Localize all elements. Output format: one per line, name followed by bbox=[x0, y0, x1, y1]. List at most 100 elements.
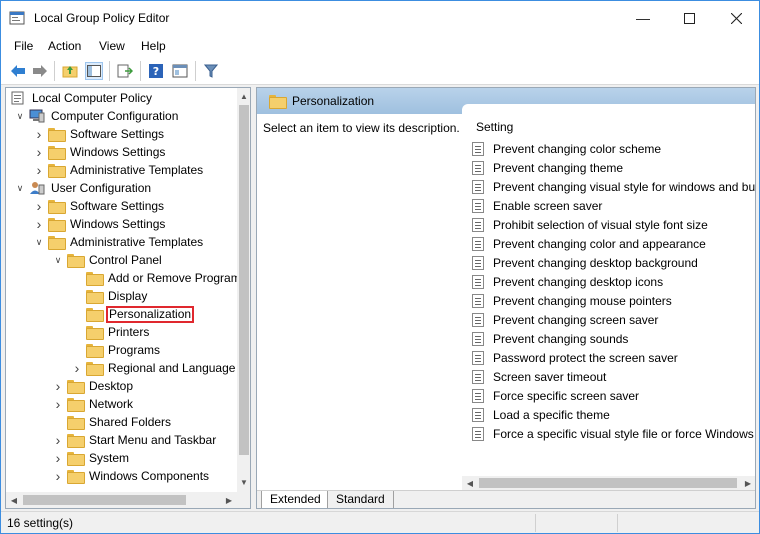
expand-chevron-right-icon[interactable]: › bbox=[34, 126, 44, 142]
tree-item[interactable]: Local Computer Policy bbox=[6, 89, 237, 107]
setting-row[interactable]: Prevent changing mouse pointers bbox=[472, 291, 672, 310]
policy-setting-icon bbox=[472, 350, 484, 365]
setting-label: Prevent changing mouse pointers bbox=[493, 293, 672, 308]
menu-action[interactable]: Action bbox=[48, 39, 81, 53]
tree-item[interactable]: ∨ Administrative Templates bbox=[6, 233, 237, 251]
menu-help[interactable]: Help bbox=[141, 39, 166, 53]
back-arrow-icon bbox=[11, 65, 25, 77]
setting-row[interactable]: Prevent changing visual style for window… bbox=[472, 177, 755, 196]
scroll-right-arrow[interactable]: ▶ bbox=[221, 492, 237, 508]
scroll-thumb[interactable] bbox=[239, 105, 249, 455]
setting-row[interactable]: Screen saver timeout bbox=[472, 367, 606, 386]
tree-item[interactable]: › Administrative Templates bbox=[6, 161, 237, 179]
expand-chevron-right-icon[interactable]: › bbox=[53, 432, 63, 448]
setting-row[interactable]: Enable screen saver bbox=[472, 196, 602, 215]
tree-item[interactable]: › Windows Settings bbox=[6, 143, 237, 161]
tree-item[interactable]: ∨ User Configuration bbox=[6, 179, 237, 197]
tree-item[interactable]: › Regional and Language bbox=[6, 359, 237, 377]
setting-label: Force a specific visual style file or fo… bbox=[493, 426, 755, 441]
expand-chevron-down-icon[interactable]: ∨ bbox=[53, 255, 63, 265]
expand-chevron-right-icon[interactable]: › bbox=[53, 396, 63, 412]
scroll-thumb-horizontal[interactable] bbox=[479, 478, 737, 488]
menu-file[interactable]: File bbox=[14, 39, 33, 53]
show-hide-tree-button[interactable] bbox=[85, 62, 103, 80]
setting-row[interactable]: Prevent changing color scheme bbox=[472, 139, 661, 158]
expand-chevron-right-icon[interactable]: › bbox=[34, 162, 44, 178]
tree-item[interactable]: Programs bbox=[6, 341, 237, 359]
scroll-down-arrow[interactable]: ▼ bbox=[237, 474, 250, 490]
expand-chevron-right-icon[interactable]: › bbox=[34, 144, 44, 160]
menu-bar: File Action View Help bbox=[1, 35, 759, 57]
expand-chevron-right-icon[interactable]: › bbox=[34, 216, 44, 232]
policy-setting-icon bbox=[472, 293, 484, 308]
close-button[interactable] bbox=[713, 1, 759, 35]
forward-button[interactable] bbox=[31, 62, 49, 80]
setting-row[interactable]: Prevent changing color and appearance bbox=[472, 234, 706, 253]
setting-label: Prevent changing sounds bbox=[493, 331, 629, 346]
expand-chevron-right-icon[interactable]: › bbox=[53, 378, 63, 394]
tree-item[interactable]: ∨ Control Panel bbox=[6, 251, 237, 269]
expand-chevron-down-icon[interactable]: ∨ bbox=[34, 237, 44, 247]
minimize-button[interactable]: — bbox=[620, 1, 666, 35]
computer-icon bbox=[29, 109, 45, 123]
status-text: 16 setting(s) bbox=[7, 516, 74, 530]
maximize-button[interactable] bbox=[666, 1, 712, 35]
tree-item[interactable]: › Windows Components bbox=[6, 467, 237, 485]
setting-row[interactable]: Password protect the screen saver bbox=[472, 348, 678, 367]
expand-chevron-down-icon[interactable]: ∨ bbox=[15, 111, 25, 121]
policy-setting-icon bbox=[472, 141, 484, 156]
setting-label: Prevent changing color scheme bbox=[493, 141, 662, 156]
tree-item-label: Start Menu and Taskbar bbox=[89, 433, 217, 447]
tree-item[interactable]: Add or Remove Programs bbox=[6, 269, 247, 287]
tree-item[interactable]: › Network bbox=[6, 395, 237, 413]
up-one-level-button[interactable] bbox=[61, 62, 79, 80]
setting-row[interactable]: Prevent changing sounds bbox=[472, 329, 628, 348]
setting-row[interactable]: Prohibit selection of visual style font … bbox=[472, 215, 708, 234]
expand-chevron-down-icon[interactable]: ∨ bbox=[15, 183, 25, 193]
folder-icon bbox=[48, 236, 66, 250]
tab-extended[interactable]: Extended bbox=[261, 491, 330, 508]
tree-item[interactable]: Display bbox=[6, 287, 237, 305]
back-button[interactable] bbox=[9, 62, 27, 80]
tree-item[interactable]: › Start Menu and Taskbar bbox=[6, 431, 237, 449]
setting-row[interactable]: Prevent changing desktop background bbox=[472, 253, 698, 272]
help-button[interactable]: ? bbox=[147, 62, 165, 80]
tree-item-label: Shared Folders bbox=[89, 415, 172, 429]
tree-item[interactable]: › Software Settings bbox=[6, 197, 237, 215]
tab-standard[interactable]: Standard bbox=[327, 491, 394, 508]
tree-item-label: System bbox=[89, 451, 130, 465]
setting-row[interactable]: Prevent changing theme bbox=[472, 158, 623, 177]
setting-row[interactable]: Prevent changing screen saver bbox=[472, 310, 658, 329]
setting-row[interactable]: Load a specific theme bbox=[472, 405, 610, 424]
tree-item[interactable]: › Software Settings bbox=[6, 125, 237, 143]
expand-chevron-right-icon[interactable]: › bbox=[34, 198, 44, 214]
tree-item-label: Software Settings bbox=[70, 199, 165, 213]
scroll-up-arrow[interactable]: ▲ bbox=[237, 88, 250, 104]
scroll-right-arrow[interactable]: ▶ bbox=[740, 476, 755, 490]
properties-button[interactable] bbox=[171, 62, 189, 80]
setting-row[interactable]: Force a specific visual style file or fo… bbox=[472, 424, 755, 443]
expand-chevron-right-icon[interactable]: › bbox=[72, 360, 82, 376]
expand-chevron-right-icon[interactable]: › bbox=[53, 450, 63, 466]
tree-item[interactable]: Shared Folders bbox=[6, 413, 237, 431]
scroll-left-arrow[interactable]: ◀ bbox=[6, 492, 22, 508]
menu-view[interactable]: View bbox=[99, 39, 125, 53]
tree-item[interactable]: › Desktop bbox=[6, 377, 237, 395]
scroll-thumb-horizontal[interactable] bbox=[23, 495, 186, 505]
export-list-button[interactable] bbox=[116, 62, 134, 80]
tree-item[interactable]: › Windows Settings bbox=[6, 215, 237, 233]
tree-item[interactable]: Printers bbox=[6, 323, 237, 341]
expand-chevron-right-icon[interactable]: › bbox=[53, 468, 63, 484]
scroll-left-arrow[interactable]: ◀ bbox=[462, 476, 478, 490]
filter-button[interactable] bbox=[202, 62, 220, 80]
tree-item[interactable]: › System bbox=[6, 449, 237, 467]
setting-row[interactable]: Prevent changing desktop icons bbox=[472, 272, 663, 291]
settings-horizontal-scrollbar[interactable]: ◀ ▶ bbox=[462, 476, 755, 490]
column-header-setting[interactable]: Setting bbox=[476, 120, 513, 134]
tree-vertical-scrollbar[interactable]: ▲ ▼ bbox=[237, 88, 250, 492]
tree-item[interactable]: ∨ Computer Configuration bbox=[6, 107, 237, 125]
forward-arrow-icon bbox=[33, 65, 47, 77]
tree-horizontal-scrollbar[interactable]: ◀ ▶ bbox=[6, 492, 237, 508]
tree-item[interactable]: Personalization bbox=[6, 305, 237, 323]
setting-row[interactable]: Force specific screen saver bbox=[472, 386, 639, 405]
